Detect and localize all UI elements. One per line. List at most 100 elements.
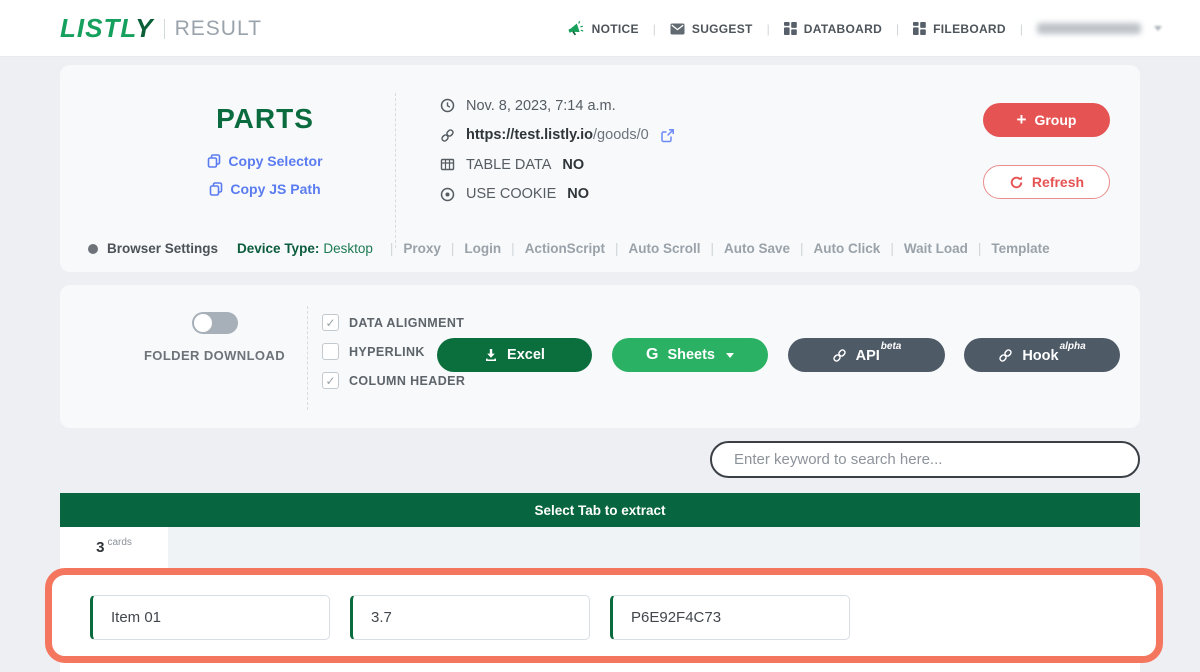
- link-icon: [998, 348, 1013, 363]
- brand-logo: LISTLY: [60, 13, 154, 44]
- link-icon: [440, 128, 455, 143]
- megaphone-icon: [567, 21, 585, 37]
- clock-icon: [440, 98, 455, 113]
- extracted-field-1[interactable]: [90, 595, 330, 640]
- source-url: https://test.listly.io/goods/0: [466, 127, 649, 143]
- table-icon: [440, 157, 455, 172]
- nav-suggest[interactable]: SUGGEST: [670, 22, 753, 36]
- group-button-label: Group: [1034, 112, 1076, 128]
- folder-download-block: FOLDER DOWNLOAD: [97, 312, 332, 363]
- use-cookie-label: USE COOKIE: [466, 186, 556, 202]
- use-cookie-value: NO: [567, 186, 589, 202]
- extracted-field-3[interactable]: [610, 595, 850, 640]
- chevron-down-icon: [726, 353, 734, 358]
- list-title: PARTS: [140, 103, 390, 135]
- select-tab-bar-label: Select Tab to extract: [534, 503, 665, 518]
- checkbox-icon[interactable]: [322, 372, 339, 389]
- option-wait-load[interactable]: Wait Load: [904, 241, 968, 256]
- device-type[interactable]: Device Type:Desktop: [237, 241, 373, 256]
- tab-cards[interactable]: 3 cards: [60, 527, 168, 568]
- app-logo[interactable]: LISTLY RESULT: [60, 0, 262, 57]
- group-button[interactable]: Group: [983, 103, 1110, 137]
- option-auto-scroll[interactable]: Auto Scroll: [628, 241, 700, 256]
- hook-button-label: Hookalpha: [1022, 346, 1085, 364]
- option-divider: [390, 241, 394, 256]
- excel-button-label: Excel: [507, 347, 545, 363]
- toggle-knob: [194, 314, 212, 332]
- info-row-datetime: Nov. 8, 2023, 7:14 a.m.: [440, 91, 675, 121]
- option-divider: [978, 241, 982, 256]
- option-actionscript[interactable]: ActionScript: [525, 241, 605, 256]
- nav-divider: [896, 22, 899, 36]
- sheets-button-label: Sheets: [667, 347, 715, 363]
- extracted-field-2[interactable]: [350, 595, 590, 640]
- option-login[interactable]: Login: [464, 241, 501, 256]
- checkbox-label: DATA ALIGNMENT: [349, 316, 464, 330]
- refresh-button[interactable]: Refresh: [983, 165, 1110, 199]
- tab-cards-count: 3: [96, 539, 104, 556]
- summary-actions: Group Refresh: [983, 103, 1110, 199]
- table-data-value: NO: [562, 157, 584, 173]
- checkbox-column-header[interactable]: COLUMN HEADER: [322, 366, 465, 395]
- download-icon: [484, 348, 498, 362]
- nav-databoard[interactable]: DATABOARD: [784, 22, 882, 36]
- external-link-icon[interactable]: [660, 128, 675, 143]
- option-divider: [511, 241, 515, 256]
- nav-divider: [767, 22, 770, 36]
- option-divider: [890, 241, 894, 256]
- copy-js-path-label: Copy JS Path: [230, 181, 320, 197]
- select-tab-bar[interactable]: Select Tab to extract: [60, 493, 1140, 527]
- folder-download-toggle[interactable]: [192, 312, 238, 334]
- option-template[interactable]: Template: [991, 241, 1049, 256]
- top-bar: LISTLY RESULT NOTICE SUGGEST DATABOARD: [0, 0, 1200, 57]
- sheets-button[interactable]: G Sheets: [612, 338, 768, 372]
- tab-cards-unit: cards: [107, 537, 131, 548]
- plus-icon: [1017, 110, 1027, 130]
- option-divider: [800, 241, 804, 256]
- copy-selector-label: Copy Selector: [228, 153, 322, 169]
- account-masked-text: [1037, 23, 1141, 34]
- list-title-block: PARTS Copy Selector Copy JS Path: [140, 65, 390, 197]
- api-button-label: APIbeta: [856, 346, 902, 364]
- target-icon: [440, 187, 455, 202]
- browser-settings-options: Proxy Login ActionScript Auto Scroll Aut…: [390, 241, 1050, 256]
- vertical-divider: [395, 93, 396, 248]
- circle-dot-icon: [88, 244, 98, 254]
- nav-fileboard[interactable]: FILEBOARD: [913, 22, 1006, 36]
- refresh-button-label: Refresh: [1032, 174, 1084, 190]
- option-divider: [710, 241, 714, 256]
- option-auto-save[interactable]: Auto Save: [724, 241, 790, 256]
- option-divider: [615, 241, 619, 256]
- copy-selector-button[interactable]: Copy Selector: [140, 153, 390, 169]
- info-row-url: https://test.listly.io/goods/0: [440, 121, 675, 151]
- vertical-divider: [307, 306, 308, 410]
- folder-download-label: FOLDER DOWNLOAD: [97, 348, 332, 363]
- nav-suggest-label: SUGGEST: [692, 22, 753, 36]
- option-auto-click[interactable]: Auto Click: [814, 241, 881, 256]
- chevron-down-icon: [1154, 26, 1162, 31]
- copy-icon: [207, 154, 221, 168]
- checkbox-data-alignment[interactable]: DATA ALIGNMENT: [322, 308, 465, 337]
- checkbox-icon[interactable]: [322, 343, 339, 360]
- google-g-icon: G: [646, 346, 658, 364]
- logo-divider: [164, 19, 165, 39]
- hook-button[interactable]: Hookalpha: [964, 338, 1120, 372]
- excel-button[interactable]: Excel: [437, 338, 592, 372]
- board-grid-icon: [913, 22, 926, 35]
- api-button[interactable]: APIbeta: [788, 338, 945, 372]
- copy-js-path-button[interactable]: Copy JS Path: [140, 181, 390, 197]
- search-input[interactable]: [710, 441, 1140, 478]
- top-nav: NOTICE SUGGEST DATABOARD FILEBOARD: [567, 0, 1162, 57]
- page-title: RESULT: [175, 17, 262, 41]
- option-proxy[interactable]: Proxy: [403, 241, 441, 256]
- refresh-icon: [1009, 175, 1024, 190]
- checkbox-icon[interactable]: [322, 314, 339, 331]
- account-menu[interactable]: [1037, 23, 1162, 34]
- nav-divider: [1020, 22, 1023, 36]
- nav-notice[interactable]: NOTICE: [567, 21, 639, 37]
- checkbox-label: COLUMN HEADER: [349, 374, 465, 388]
- option-divider: [451, 241, 455, 256]
- job-datetime: Nov. 8, 2023, 7:14 a.m.: [466, 98, 616, 114]
- link-icon: [832, 348, 847, 363]
- nav-divider: [653, 22, 656, 36]
